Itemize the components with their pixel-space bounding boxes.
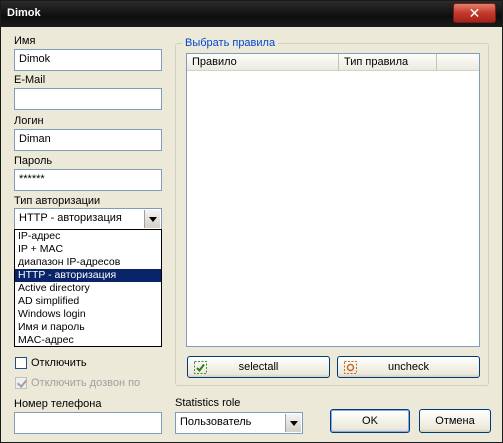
email-field[interactable] xyxy=(14,88,162,110)
statistics-role-label: Statistics role xyxy=(175,397,241,409)
login-field[interactable]: Diman xyxy=(14,129,162,151)
statistics-role-value: Пользователь xyxy=(180,416,252,428)
disable-dialup-checkbox[interactable]: Отключить дозвон по xyxy=(15,377,140,389)
chevron-down-icon[interactable] xyxy=(285,414,301,432)
checkmark-icon xyxy=(15,377,27,389)
disable-checkbox[interactable]: Отключить xyxy=(15,357,87,369)
dropdown-item[interactable]: Имя и пароль xyxy=(15,321,161,334)
dropdown-item[interactable]: Windows login xyxy=(15,308,161,321)
dropdown-item[interactable]: MAC-адрес xyxy=(15,334,161,347)
dialog-content: Имя Dimok E-Mail Логин Diman Пароль ****… xyxy=(1,27,502,442)
chevron-down-icon[interactable] xyxy=(144,210,160,228)
rules-list[interactable]: Правило Тип правила xyxy=(186,53,480,347)
login-label: Логин xyxy=(14,115,44,127)
auth-type-label: Тип авторизации xyxy=(14,195,101,207)
name-label: Имя xyxy=(14,35,36,47)
dropdown-item[interactable]: Active directory xyxy=(15,282,161,295)
dropdown-item[interactable]: IP + MAC xyxy=(15,243,161,256)
column-header-rule-type[interactable]: Тип правила xyxy=(339,54,437,71)
rules-group-title: Выбрать правила xyxy=(182,37,279,49)
close-icon: ✕ xyxy=(468,5,481,21)
cancel-button[interactable]: Отмена xyxy=(419,409,491,433)
selectall-button[interactable]: selectall xyxy=(187,356,330,378)
phone-field[interactable] xyxy=(14,412,162,434)
dropdown-item[interactable]: AD simplified xyxy=(15,295,161,308)
auth-type-dropdown: IP-адрес IP + MAC диапазон IP-адресов HT… xyxy=(14,229,162,347)
uncheck-button[interactable]: uncheck xyxy=(337,356,480,378)
email-label: E-Mail xyxy=(14,74,46,86)
dropdown-item[interactable]: диапазон IP-адресов xyxy=(15,256,161,269)
dropdown-item[interactable]: IP-адрес xyxy=(15,230,161,243)
auth-type-select[interactable]: HTTP - авторизация xyxy=(14,208,162,230)
disable-dialup-label: Отключить дозвон по xyxy=(31,377,141,389)
ok-button[interactable]: OK xyxy=(330,409,410,433)
check-icon xyxy=(194,361,207,374)
window-title: Dimok xyxy=(7,7,41,19)
dropdown-item-selected[interactable]: HTTP - авторизация xyxy=(15,269,161,282)
password-label: Пароль xyxy=(14,155,53,167)
selectall-label: selectall xyxy=(238,361,279,373)
close-button[interactable]: ✕ xyxy=(453,3,496,23)
disable-checkbox-label: Отключить xyxy=(31,357,87,369)
column-header-rule[interactable]: Правило xyxy=(187,54,339,71)
rules-list-header: Правило Тип правила xyxy=(187,54,479,71)
title-bar: Dimok ✕ xyxy=(1,1,502,27)
password-field[interactable]: ****** xyxy=(14,169,162,191)
auth-type-value: HTTP - авторизация xyxy=(19,212,122,224)
dialog-window: Dimok ✕ Имя Dimok E-Mail Логин Diman Пар… xyxy=(0,0,503,443)
uncheck-label: uncheck xyxy=(388,361,429,373)
name-field[interactable]: Dimok xyxy=(14,49,162,71)
phone-label: Номер телефона xyxy=(14,398,102,410)
uncheck-icon xyxy=(344,361,357,374)
checkbox-box[interactable] xyxy=(15,357,27,369)
statistics-role-select[interactable]: Пользователь xyxy=(175,412,303,434)
